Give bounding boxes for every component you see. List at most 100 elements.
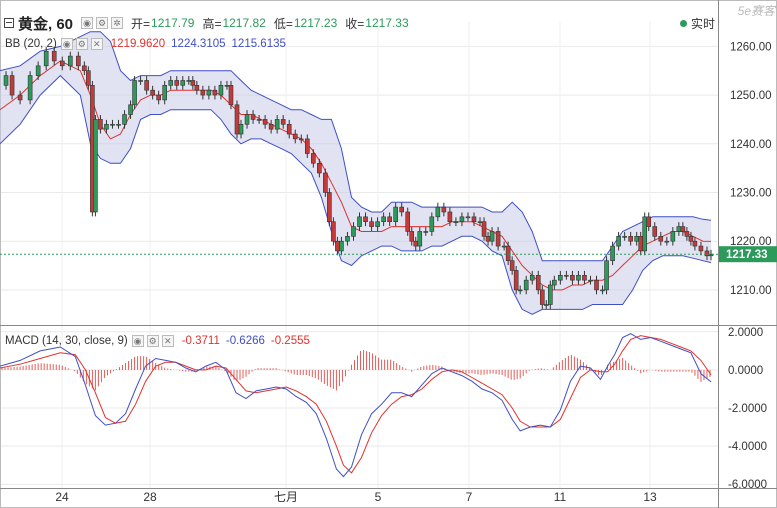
candle-body [357,216,362,227]
candle-body [658,236,664,242]
candle-body [17,94,23,101]
candle-body [393,206,398,223]
candle-body [558,274,563,281]
candle-body [335,240,340,252]
candle-body [93,119,98,213]
candle-body [234,104,240,135]
time-tick-label: 11 [554,490,567,504]
candle-body [27,75,33,101]
candle-body [280,119,286,125]
live-indicator[interactable]: 实时 [679,15,715,32]
bb-eye-icon[interactable]: ◉ [60,38,73,50]
candle-body [132,80,137,106]
candle-body [588,279,593,282]
candle-body [485,236,491,242]
candle-body [180,80,186,86]
candle-body [256,119,262,121]
candle-body [98,119,103,130]
candle-body [363,216,368,223]
candle-body [405,211,411,232]
candle-body [387,216,392,223]
candle-body [162,85,167,101]
candle-body [286,123,292,135]
candle-body [704,250,710,257]
bb-close-icon[interactable]: ✕ [90,38,103,50]
macd-tick-label: -6.0000 [728,479,767,491]
candle-body [501,245,507,248]
candle-body [517,289,523,292]
last-price-label: 1217.33 [726,249,768,261]
candle-body [375,221,380,227]
candle-body [317,162,322,174]
candle-body [104,123,109,130]
time-tick-label: 13 [643,490,657,504]
macd-settings-icon[interactable]: ⚙ [146,335,159,347]
candle-body [429,216,435,232]
candle-body [529,274,535,281]
candle-body [664,240,670,243]
candle-body [138,80,143,82]
candle-body [76,55,81,67]
candle-body [441,206,447,213]
high-value: 1217.82 [222,16,266,30]
bb-lower-value: 1215.6135 [231,38,286,50]
candle-body [495,231,501,247]
candle-body [409,231,415,242]
candle-body [570,274,575,281]
bb-settings-icon[interactable]: ⚙ [75,38,88,50]
candle-body [684,231,690,237]
macd-label[interactable]: MACD (14, 30, close, 9) [5,335,128,347]
high-label: 高= [202,16,222,31]
time-tick-label: 7 [466,490,473,504]
candle-body [481,221,487,237]
candle-body [331,221,336,242]
candle-body [51,50,57,62]
price-tick-label: 1240.00 [730,139,772,151]
candle-body [582,274,587,281]
settings-icon[interactable]: ⚙ [96,17,109,29]
candle-body [642,216,648,252]
candle-body [616,236,621,247]
symbol-title[interactable]: 黄金, 60 [18,13,73,34]
live-label: 实时 [690,17,715,31]
time-tick-label: 28 [143,490,157,504]
eye-icon[interactable]: ◉ [81,17,94,29]
close-value: 1217.33 [365,16,409,30]
candle-body [262,119,268,125]
candle-body [150,89,155,96]
candle-body [304,138,310,154]
collapse-icon[interactable] [4,18,14,28]
candle-body [471,216,477,223]
macd-close-icon[interactable]: ✕ [161,335,174,347]
macd-signal-line [0,335,712,474]
candle-body [539,289,545,305]
candle-body [3,75,9,86]
candle-body [447,211,453,223]
macd-tick-label: 0.0000 [728,365,763,377]
watermark-logo: 5e赛客 [737,4,775,18]
candle-body [327,192,332,223]
bb-mid-value: 1219.9620 [110,38,166,50]
candle-body [345,236,350,242]
candle-body [274,119,280,130]
macd-line-value: -0.6266 [225,335,265,347]
candle-body [628,236,633,242]
candle-body [144,80,149,91]
candle-body [9,75,15,96]
candle-body [523,279,529,291]
gear-icon[interactable]: ✲ [111,17,124,29]
candle-body [622,236,627,238]
candle-body [250,114,256,120]
candle-body [128,104,133,115]
candle-body [552,279,557,286]
macd-tick-label: -4.0000 [728,441,767,453]
live-dot-icon [679,20,687,27]
candle-body [535,274,541,291]
candle-body [194,85,200,91]
candle-body [190,80,196,86]
candle-body [670,231,676,242]
macd-tick-label: -2.0000 [728,403,767,415]
chart-header: 黄金, 60 ◉ ⚙ ✲ 开= 1217.79 高= 1217.82 低= 12… [4,12,417,34]
bb-label[interactable]: BB (20, 2) [5,38,57,50]
macd-eye-icon[interactable]: ◉ [131,335,144,347]
